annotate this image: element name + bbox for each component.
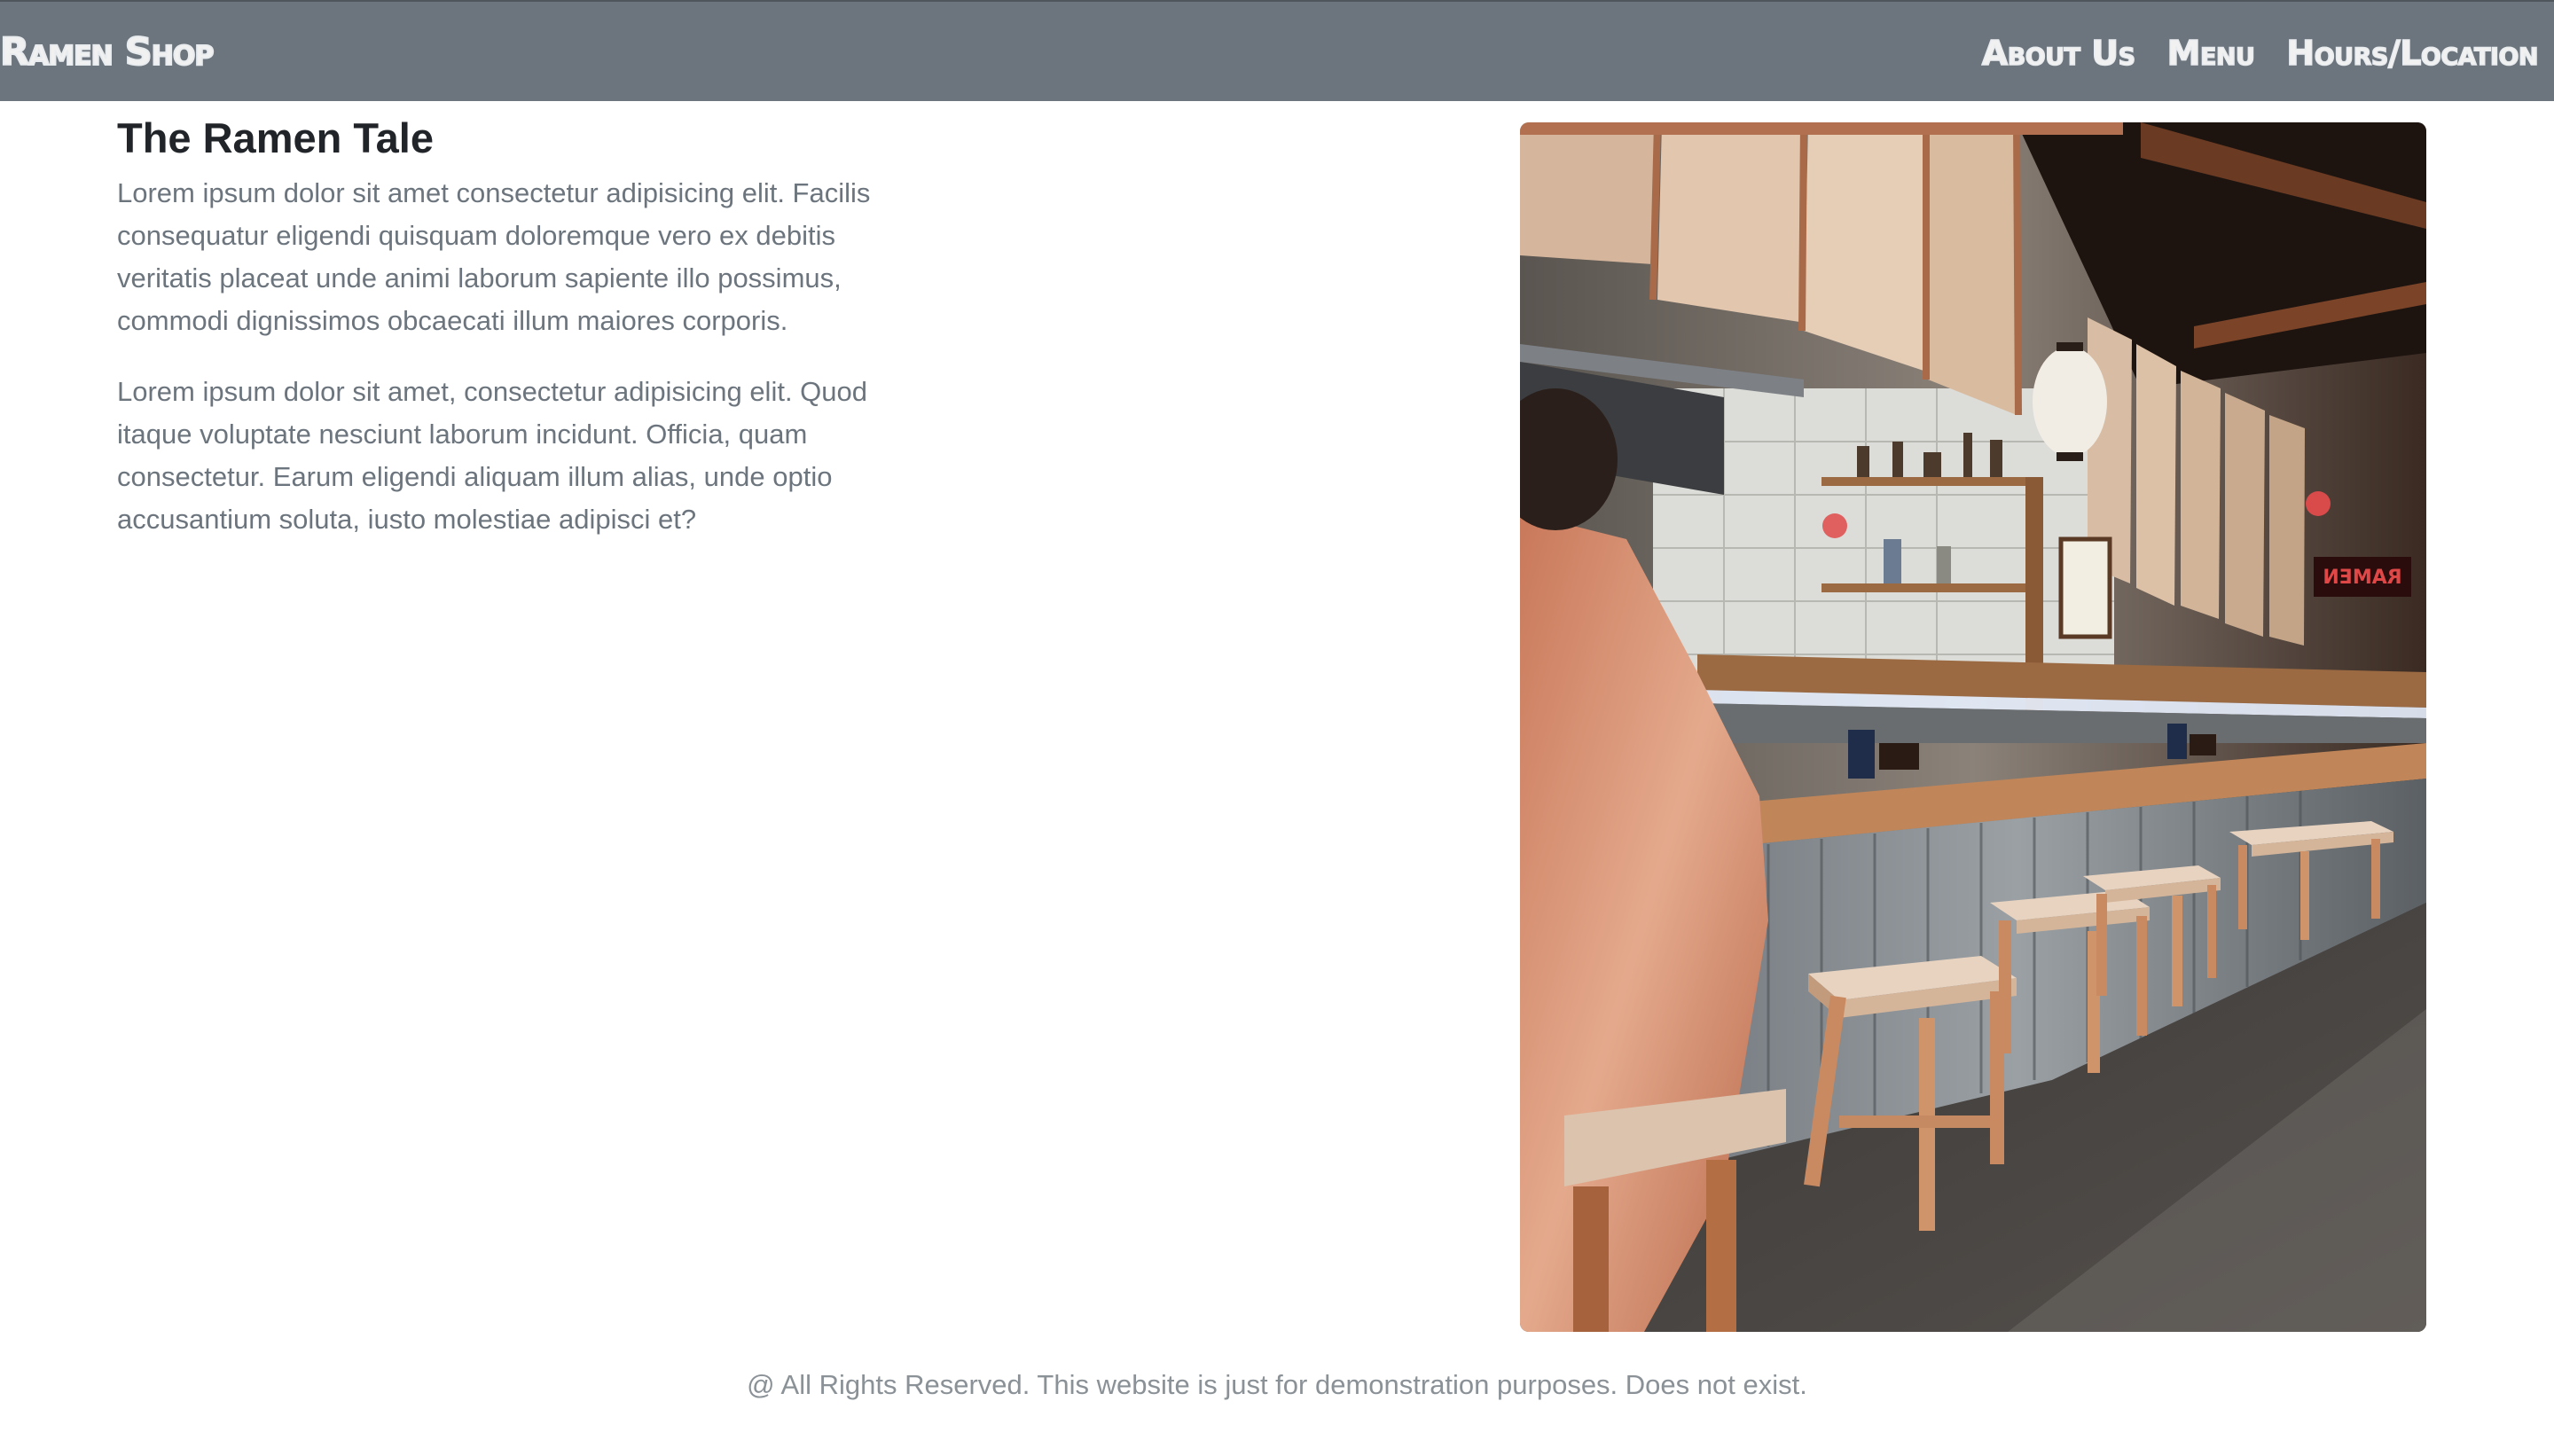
nav-link-hours-location[interactable]: Hours/Location [2286,33,2540,74]
footer: @ All Rights Reserved. This website is j… [747,1369,1807,1400]
intro-paragraph-2: Lorem ipsum dolor sit amet, consectetur … [117,376,868,535]
ramen-sign-text: RAMEN [2323,567,2401,589]
nav-links: About Us Menu Hours/Location [1981,33,2540,74]
brand-logo[interactable]: Ramen Shop [0,29,215,75]
nav-link-menu[interactable]: Menu [2166,33,2256,74]
intro-paragraph-1: Lorem ipsum dolor sit amet consectetur a… [117,177,871,336]
nav-link-about-us[interactable]: About Us [1981,33,2136,74]
main-content: The Ramen Tale Lorem ipsum dolor sit ame… [117,112,897,541]
ramen-shop-photo: RAMEN [1520,122,2426,1332]
navbar: Ramen Shop About Us Menu Hours/Location [0,0,2554,101]
page-title: The Ramen Tale [117,114,434,161]
